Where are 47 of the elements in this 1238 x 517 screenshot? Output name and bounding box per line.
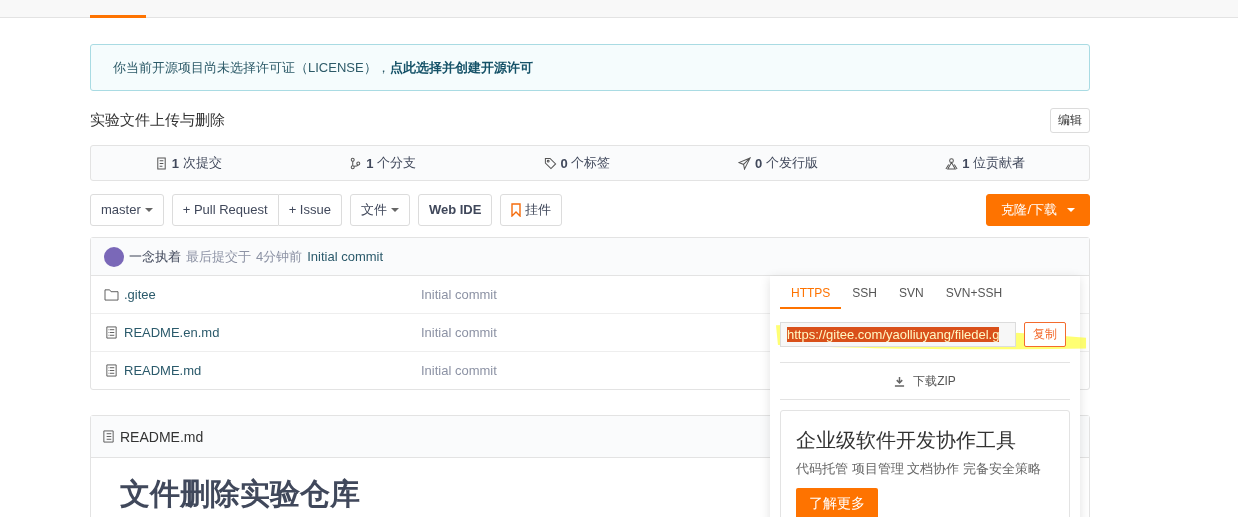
- folder-icon: [104, 288, 119, 301]
- people-icon: [945, 156, 959, 170]
- download-zip-link[interactable]: 下载ZIP: [894, 372, 956, 390]
- readme-heading: 文件删除实验仓库: [120, 476, 360, 512]
- protocol-tab[interactable]: SVN: [888, 282, 935, 309]
- commit-time: 4分钟前: [256, 247, 303, 266]
- repo-description: 实验文件上传与删除: [90, 111, 225, 130]
- commit-meta: 最后提交于: [186, 247, 251, 266]
- protocol-tab[interactable]: SVN+SSH: [934, 282, 1014, 309]
- license-link[interactable]: 点此选择并创建开源许可: [389, 58, 533, 77]
- branch-icon: [349, 156, 363, 170]
- paper-plane-icon: [737, 156, 751, 170]
- widget-button[interactable]: 挂件: [500, 193, 563, 226]
- web-ide-button[interactable]: Web IDE: [417, 193, 493, 226]
- commit-author[interactable]: 一念执着: [129, 247, 181, 266]
- active-tab-underline: [90, 15, 146, 18]
- stat-link[interactable]: 1 次提交: [154, 154, 222, 172]
- avatar: [104, 246, 124, 267]
- document-icon: [104, 364, 119, 377]
- pull-request-button[interactable]: + Pull Request: [171, 193, 279, 226]
- bookmark-icon: [511, 202, 522, 217]
- download-icon: [894, 375, 906, 387]
- url-field[interactable]: https://gitee.com/yaolliuyang/filedel.g: [780, 322, 1016, 347]
- edit-button[interactable]: 编辑: [1050, 108, 1090, 133]
- caret-icon: [390, 207, 399, 212]
- stat-link[interactable]: 1 个分支: [349, 154, 416, 172]
- issue-button[interactable]: + Issue: [278, 193, 342, 226]
- caret-icon: [1067, 207, 1075, 212]
- document-icon: [104, 326, 119, 339]
- document-icon: [154, 156, 168, 170]
- stat-link[interactable]: 0 个发行版: [737, 154, 818, 172]
- promo-subtitle: 代码托管 项目管理 文档协作 完备安全策略: [796, 460, 1042, 478]
- file-link[interactable]: README.en.md: [124, 325, 220, 340]
- file-link[interactable]: README.md: [124, 363, 202, 378]
- protocol-tab[interactable]: SSH: [841, 282, 889, 309]
- stat-link[interactable]: 0 个标签: [543, 154, 611, 172]
- commit-message-link[interactable]: Initial commit: [307, 249, 384, 264]
- promo-title: 企业级软件开发协作工具: [796, 428, 1017, 453]
- file-link[interactable]: .gitee: [124, 287, 156, 302]
- tag-icon: [543, 156, 557, 170]
- notice-text: 你当前开源项目尚未选择许可证（LICENSE），: [113, 58, 390, 77]
- document-icon: [101, 430, 116, 443]
- branch-dropdown[interactable]: master: [90, 193, 164, 226]
- files-dropdown[interactable]: 文件: [349, 193, 410, 226]
- readme-filename: README.md: [120, 428, 204, 445]
- caret-icon: [144, 207, 153, 212]
- stat-link[interactable]: 1 位贡献者: [945, 154, 1026, 172]
